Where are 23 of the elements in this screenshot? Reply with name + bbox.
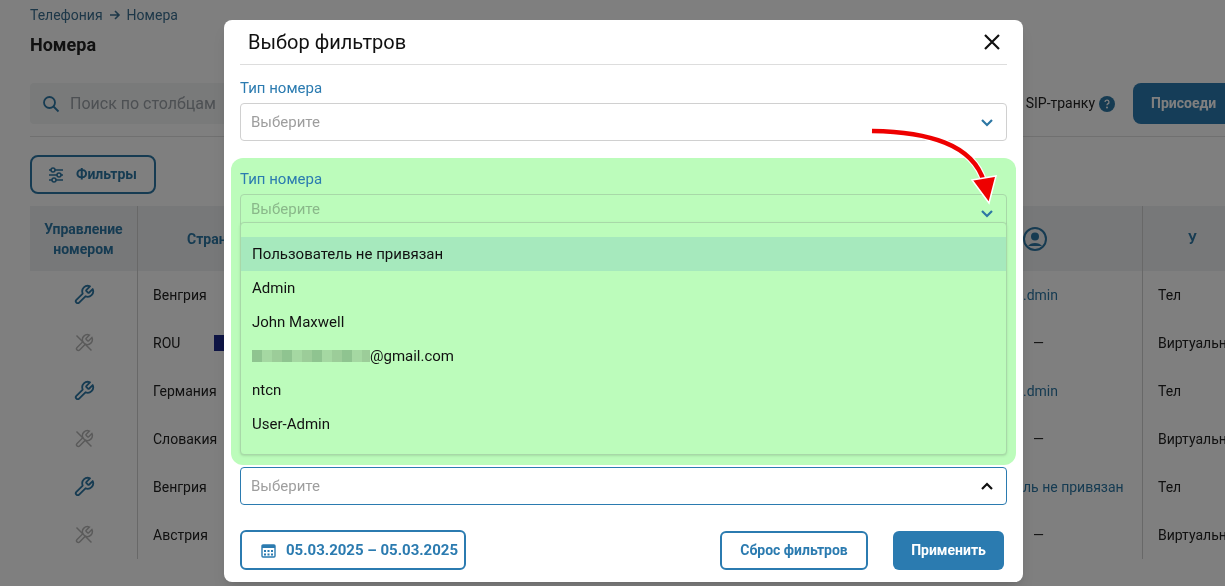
dialog-title: Выбор фильтров xyxy=(248,29,407,56)
field-label: Тип номера xyxy=(240,169,324,190)
sip-label: SIP-транку xyxy=(1025,94,1095,113)
type-cell-text: Тел xyxy=(1158,477,1182,497)
country-cell-text: Германия xyxy=(153,381,217,401)
user-cell-text: — xyxy=(1032,525,1044,545)
field-label: Тип номера xyxy=(240,78,324,99)
country-cell-text: Словакия xyxy=(153,429,218,449)
select-placeholder: Выберите xyxy=(251,198,320,220)
select-placeholder: Выберите xyxy=(251,111,320,133)
country-cell-text: Венгрия xyxy=(153,477,207,497)
user-cell-text: — xyxy=(1032,333,1044,353)
type-cell-text: Тел xyxy=(1158,381,1182,401)
type-cell-text: Тел xyxy=(1158,285,1182,305)
type-cell-text: Виртуальн xyxy=(1158,333,1225,353)
type-cell-text: Виртуальн xyxy=(1158,525,1225,545)
country-cell-text: Венгрия xyxy=(153,285,207,305)
country-cell-text: Австрия xyxy=(153,525,208,545)
page-title: Номера xyxy=(30,34,96,56)
country-cell-text: ROU xyxy=(153,333,181,353)
user-cell-text: — xyxy=(1032,429,1044,449)
select-placeholder: Выберите xyxy=(251,475,320,497)
type-cell-text: Виртуальн xyxy=(1158,429,1225,449)
